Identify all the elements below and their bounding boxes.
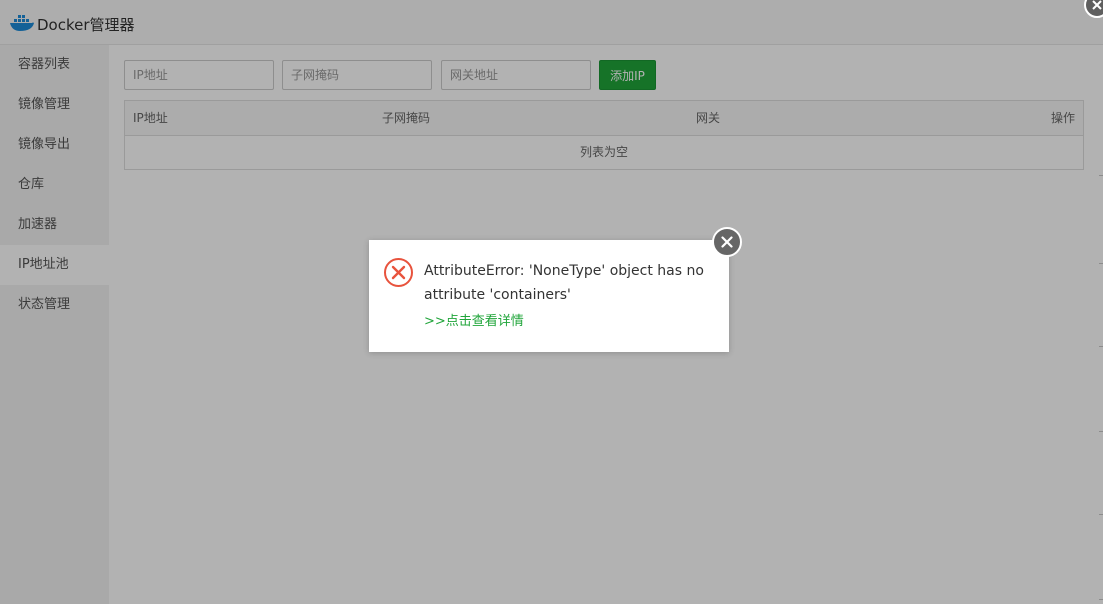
- view-details-link[interactable]: >>点击查看详情: [424, 310, 524, 329]
- close-icon[interactable]: [712, 227, 742, 257]
- error-message: AttributeError: 'NoneType' object has no…: [424, 263, 704, 303]
- error-x-circle-icon: [384, 258, 413, 287]
- error-dialog: AttributeError: 'NoneType' object has no…: [369, 227, 742, 352]
- right-edge-marks: [1099, 0, 1103, 604]
